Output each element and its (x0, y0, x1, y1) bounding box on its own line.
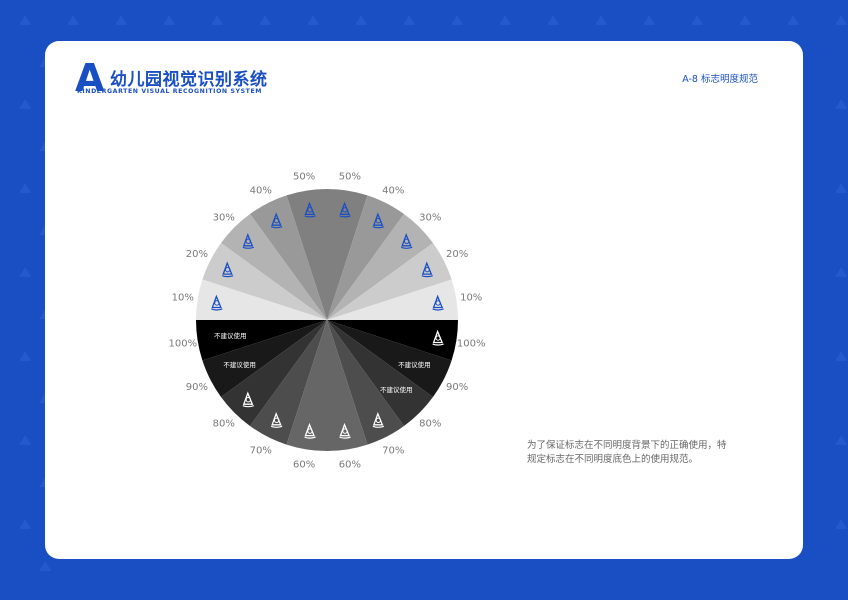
brightness-label-left-9: 60% (293, 460, 315, 471)
pattern-boat-icon (835, 15, 848, 25)
brightness-label-left-0: 50% (293, 171, 315, 182)
pattern-boat-icon (691, 15, 704, 25)
pattern-boat-icon (835, 267, 848, 277)
brightness-label-right-1: 40% (382, 185, 404, 196)
brightness-label-right-8: 70% (382, 446, 404, 457)
brightness-label-left-6: 90% (186, 382, 208, 393)
pattern-boat-icon (643, 15, 656, 25)
pattern-boat-icon (19, 351, 32, 361)
brightness-label-right-7: 80% (419, 419, 441, 430)
brightness-label-left-5: 100% (169, 338, 198, 349)
pattern-boat-icon (19, 519, 32, 529)
description-text: 为了保证标志在不同明度背景下的正确使用，特 规定标志在不同明度底色上的使用规范。 (527, 439, 767, 467)
brightness-label-right-3: 20% (446, 249, 468, 260)
brightness-label-right-2: 30% (419, 212, 441, 223)
pattern-boat-icon (499, 15, 512, 25)
pattern-boat-icon (835, 435, 848, 445)
brightness-label-left-3: 20% (186, 249, 208, 260)
brightness-label-right-0: 50% (339, 171, 361, 182)
not-recommended-label: 不建议使用 (380, 385, 413, 394)
pattern-boat-icon (835, 99, 848, 109)
brightness-label-right-4: 10% (460, 293, 482, 304)
brightness-label-left-1: 40% (250, 185, 272, 196)
brightness-label-left-7: 80% (213, 419, 235, 430)
pattern-boat-icon (163, 15, 176, 25)
pattern-boat-icon (259, 15, 272, 25)
brightness-label-right-6: 90% (446, 382, 468, 393)
brightness-label-left-2: 30% (213, 212, 235, 223)
pattern-boat-icon (403, 15, 416, 25)
not-recommended-label: 不建议使用 (398, 360, 431, 369)
brightness-label-right-5: 100% (457, 338, 486, 349)
pattern-boat-icon (67, 15, 80, 25)
pattern-boat-icon (19, 183, 32, 193)
pattern-boat-icon (307, 15, 320, 25)
pattern-boat-icon (787, 15, 800, 25)
page-card: A 幼儿园视觉识别系统 KINDERGARTEN VISUAL RECOGNIT… (45, 41, 803, 559)
pattern-boat-icon (835, 183, 848, 193)
description-line-1: 为了保证标志在不同明度背景下的正确使用，特 (527, 440, 727, 451)
pattern-boat-icon (19, 267, 32, 277)
pattern-boat-icon (115, 15, 128, 25)
pattern-boat-icon (835, 351, 848, 361)
not-recommended-label: 不建议使用 (214, 331, 247, 340)
brightness-pie-chart: 50% 40% 30% 20% 10% 100% 90% 不建议使用 80% 不建议使用 70% 60… (169, 171, 486, 471)
description-line-2: 规定标志在不同明度底色上的使用规范。 (527, 454, 699, 465)
brightness-label-right-9: 60% (339, 460, 361, 471)
pattern-boat-icon (451, 15, 464, 25)
pattern-boat-icon (39, 561, 52, 571)
pattern-boat-icon (19, 99, 32, 109)
brightness-label-left-8: 70% (250, 446, 272, 457)
brightness-label-left-4: 10% (172, 293, 194, 304)
pattern-boat-icon (19, 435, 32, 445)
pattern-boat-icon (19, 15, 32, 25)
pattern-boat-icon (355, 15, 368, 25)
pattern-boat-icon (739, 15, 752, 25)
pattern-boat-icon (547, 15, 560, 25)
pattern-boat-icon (211, 15, 224, 25)
pattern-boat-icon (835, 519, 848, 529)
pattern-boat-icon (595, 15, 608, 25)
not-recommended-label: 不建议使用 (223, 360, 256, 369)
